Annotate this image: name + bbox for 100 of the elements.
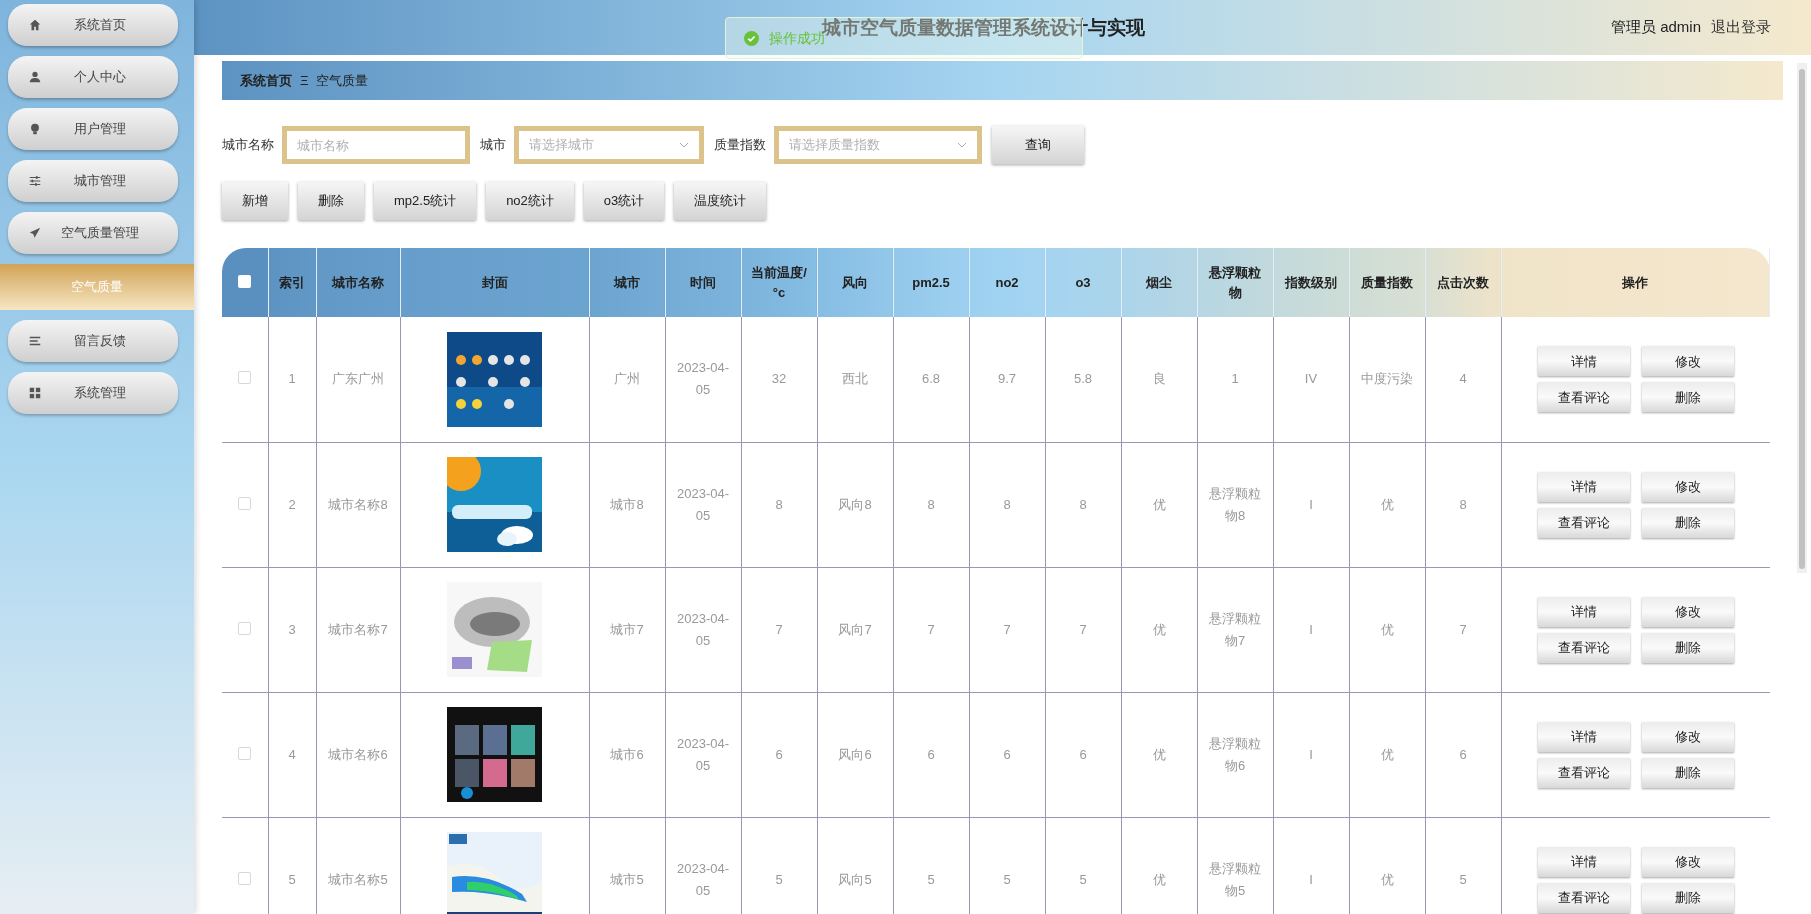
action-button[interactable]: 删除: [1641, 382, 1734, 413]
table-cell: 5.8: [1073, 371, 1093, 387]
column-header: 风向: [817, 248, 893, 317]
sidebar-item[interactable]: 城市管理: [8, 160, 178, 202]
sidebar-item[interactable]: 系统管理: [8, 372, 178, 414]
row-checkbox[interactable]: [238, 746, 252, 760]
action-button[interactable]: 查看评论: [1537, 632, 1630, 663]
table-cell: 2023-04-05: [676, 485, 729, 523]
toolbar-button[interactable]: 新增: [222, 182, 288, 220]
input-field[interactable]: 城市名称: [282, 126, 470, 164]
table-cell: 2023-04-05: [676, 360, 729, 398]
sidebar-item[interactable]: 系统首页: [8, 4, 178, 46]
table-cell: 4: [288, 746, 296, 762]
column-header: pm2.5: [893, 248, 969, 317]
row-checkbox[interactable]: [238, 496, 252, 510]
table-cell: 城市名称6: [328, 746, 388, 762]
breadcrumb-link[interactable]: 系统首页: [240, 70, 292, 91]
sidebar-item[interactable]: 个人中心: [8, 56, 178, 98]
toolbar-button[interactable]: o3统计: [583, 182, 665, 220]
row-checkbox[interactable]: [238, 871, 252, 885]
table-cell: 城市5: [610, 871, 644, 887]
table-cell: 2: [288, 496, 296, 512]
table-cell: 优: [1380, 621, 1394, 637]
table-cell: 优: [1152, 496, 1166, 512]
chevron-down-icon: [679, 142, 689, 148]
action-button[interactable]: 删除: [1641, 757, 1734, 788]
table-cell: 西北: [842, 371, 868, 387]
search-button[interactable]: 查询: [992, 126, 1084, 164]
table-cell: 城市名称8: [328, 496, 388, 512]
table-cell: 3: [288, 621, 296, 637]
bulb-icon: [28, 122, 42, 136]
table-cell: 风向6: [838, 746, 872, 762]
table-cell: 5: [288, 871, 296, 887]
action-button[interactable]: 修改: [1641, 721, 1734, 752]
table-cell: 1: [1231, 371, 1239, 387]
table-cell: 5: [1003, 871, 1011, 887]
sidebar-item[interactable]: 用户管理: [8, 108, 178, 150]
table-cell: 中度污染: [1361, 371, 1413, 387]
grid-icon: [28, 386, 42, 400]
table-cell: 5: [775, 871, 783, 887]
action-button[interactable]: 删除: [1641, 632, 1734, 663]
table-cell: 城市名称7: [328, 621, 388, 637]
action-button[interactable]: 删除: [1641, 882, 1734, 913]
action-button[interactable]: 删除: [1641, 507, 1734, 538]
column-header: 点击次数: [1425, 248, 1501, 317]
table-cell: 2023-04-05: [676, 860, 729, 898]
table-cell: 8: [775, 496, 783, 512]
action-button[interactable]: 修改: [1641, 846, 1734, 877]
sliders-icon: [28, 174, 42, 188]
sidebar-item[interactable]: 空气质量管理: [8, 212, 178, 254]
table-cell: 城市6: [610, 746, 644, 762]
table-cell: 6.8: [921, 371, 941, 387]
table-cell: 广东广州: [332, 371, 384, 387]
action-button[interactable]: 详情: [1537, 846, 1630, 877]
column-header: 城市名称: [316, 248, 400, 317]
breadcrumb-link[interactable]: 空气质量: [316, 70, 369, 91]
table-cell: 优: [1380, 871, 1394, 887]
action-button[interactable]: 查看评论: [1537, 382, 1630, 413]
action-button[interactable]: 详情: [1537, 721, 1630, 752]
column-header: 封面: [400, 248, 589, 317]
table-cell: 优: [1152, 746, 1166, 762]
column-header: 质量指数: [1349, 248, 1425, 317]
column-header: o3: [1045, 248, 1121, 317]
table-cell: 7: [1079, 621, 1087, 637]
action-button[interactable]: 查看评论: [1537, 507, 1630, 538]
action-button[interactable]: 详情: [1537, 596, 1630, 627]
table-cell: I: [1309, 746, 1313, 762]
column-header: 当前温度/°c: [741, 248, 817, 317]
logout-link[interactable]: 退出登录: [1711, 16, 1771, 39]
table-cell: 5: [1079, 871, 1087, 887]
action-button[interactable]: 查看评论: [1537, 882, 1630, 913]
table-cell: 城市7: [610, 621, 644, 637]
person-icon: [28, 70, 42, 84]
action-button[interactable]: 详情: [1537, 346, 1630, 377]
scrollbar[interactable]: [1797, 63, 1807, 573]
action-button[interactable]: 修改: [1641, 471, 1734, 502]
field-label: 城市名称: [222, 136, 274, 155]
list-icon: [28, 334, 42, 348]
table-cell: 优: [1152, 621, 1166, 637]
table-cell: 风向5: [838, 871, 872, 887]
action-button[interactable]: 修改: [1641, 596, 1734, 627]
row-checkbox[interactable]: [238, 371, 252, 385]
table-cell: 8: [927, 496, 935, 512]
toolbar-button[interactable]: mp2.5统计: [374, 182, 477, 220]
table-cell: 6: [1003, 746, 1011, 762]
table-cell: 风向8: [838, 496, 872, 512]
table-cell: 风向7: [838, 621, 872, 637]
table-cell: 32: [771, 371, 787, 387]
toolbar-button[interactable]: 删除: [298, 182, 364, 220]
row-checkbox[interactable]: [238, 621, 252, 635]
sidebar-item[interactable]: 留言反馈: [8, 320, 178, 362]
action-button[interactable]: 查看评论: [1537, 757, 1630, 788]
table-cell: 7: [1459, 621, 1467, 637]
toolbar-button[interactable]: 温度统计: [674, 182, 767, 220]
table-cell: 优: [1380, 496, 1394, 512]
action-button[interactable]: 修改: [1641, 346, 1734, 377]
select-all-checkbox[interactable]: [238, 274, 252, 288]
action-button[interactable]: 详情: [1537, 471, 1630, 502]
toolbar-button[interactable]: no2统计: [486, 182, 574, 220]
table-cell: 悬浮颗粒物8: [1209, 485, 1261, 523]
